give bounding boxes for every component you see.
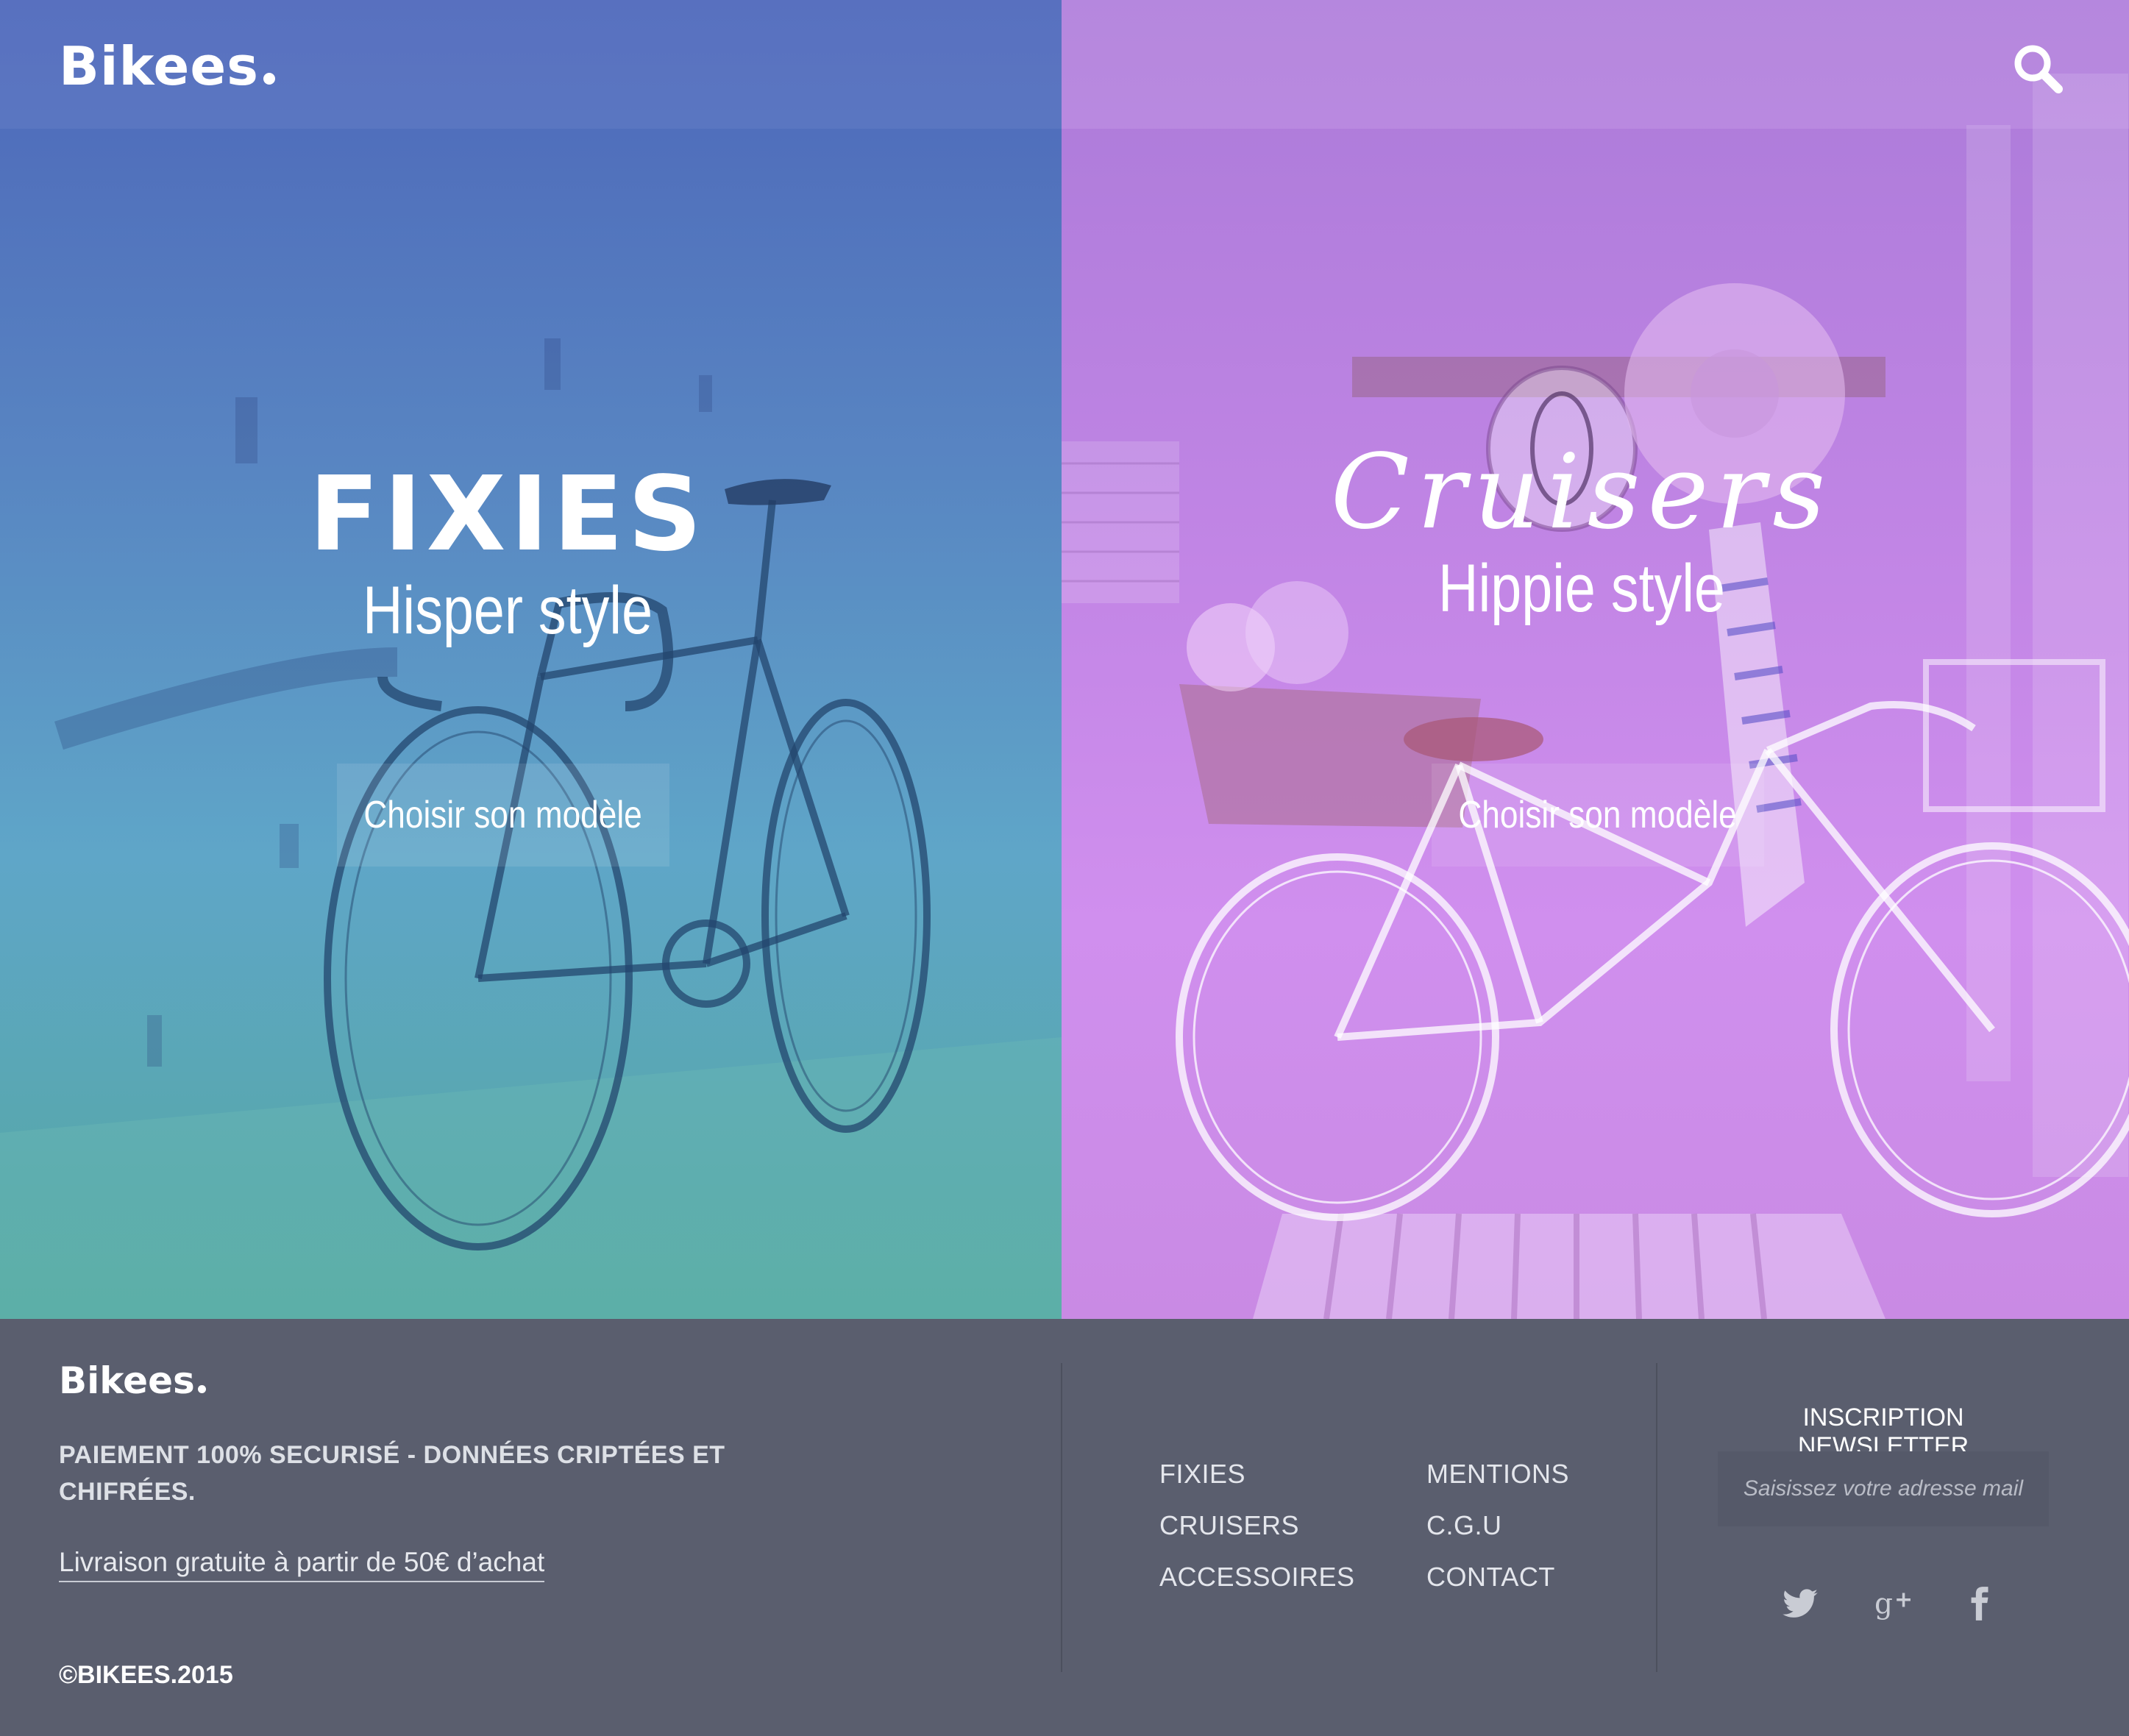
cruiser-bike-photo <box>1062 74 2129 1319</box>
footer-logo-text: Bikees <box>59 1359 195 1402</box>
fixie-bike-photo <box>0 338 1062 1319</box>
cruisers-heading: Cruisers Hippie style <box>1317 441 1847 626</box>
footer-link-fixies[interactable]: FIXIES <box>1159 1459 1245 1490</box>
site-footer: Bikees PAIEMENT 100% SECURISÉ - DONNÉES … <box>0 1319 2129 1736</box>
fixies-panel[interactable] <box>0 0 1062 1319</box>
footer-divider <box>1656 1363 1657 1672</box>
footer-divider <box>1061 1363 1062 1672</box>
footer-link-cgu[interactable]: C.G.U <box>1426 1510 1502 1541</box>
choose-cruiser-label: Choisir son modèle <box>1458 794 1738 836</box>
footer-link-mentions[interactable]: MENTIONS <box>1426 1459 1569 1490</box>
svg-text:+: + <box>1894 1587 1913 1613</box>
google-plus-icon[interactable]: g + <box>1872 1582 1916 1626</box>
cruisers-title: Cruisers <box>1330 433 1833 552</box>
top-header: Bikees <box>0 0 2129 129</box>
footer-logo[interactable]: Bikees <box>59 1359 206 1402</box>
twitter-icon[interactable] <box>1778 1582 1822 1626</box>
free-shipping-link[interactable]: Livraison gratuite à partir de 50€ d’ach… <box>59 1547 545 1582</box>
choose-fixie-button[interactable]: Choisir son modèle <box>337 764 669 867</box>
hero-section: Bikees FIXIES Hisper style Cruisers Hipp… <box>0 0 2129 1319</box>
choose-fixie-label: Choisir son modèle <box>363 794 643 836</box>
cruisers-subtitle: Hippie style <box>1438 551 1725 626</box>
secure-payment-text: PAIEMENT 100% SECURISÉ - DONNÉES CRIPTÉE… <box>59 1441 725 1506</box>
svg-text:g: g <box>1874 1588 1893 1621</box>
footer-link-accessoires[interactable]: ACCESSOIRES <box>1159 1562 1355 1593</box>
brand-logo-text: Bikees <box>59 35 260 97</box>
fixies-title: FIXIES <box>308 455 707 574</box>
footer-link-contact[interactable]: CONTACT <box>1426 1562 1555 1593</box>
newsletter-email-input[interactable] <box>1718 1451 2049 1526</box>
cruisers-panel[interactable] <box>1062 0 2129 1319</box>
choose-cruiser-button[interactable]: Choisir son modèle <box>1432 764 1764 867</box>
fixies-subtitle: Hisper style <box>362 573 653 648</box>
brand-logo[interactable]: Bikees <box>59 35 276 97</box>
fixies-heading: FIXIES Hisper style <box>280 463 736 648</box>
footer-link-cruisers[interactable]: CRUISERS <box>1159 1510 1299 1541</box>
search-icon[interactable] <box>2012 43 2064 94</box>
facebook-icon[interactable] <box>1957 1582 2001 1626</box>
copyright: ©BIKEES.2015 <box>59 1661 233 1689</box>
